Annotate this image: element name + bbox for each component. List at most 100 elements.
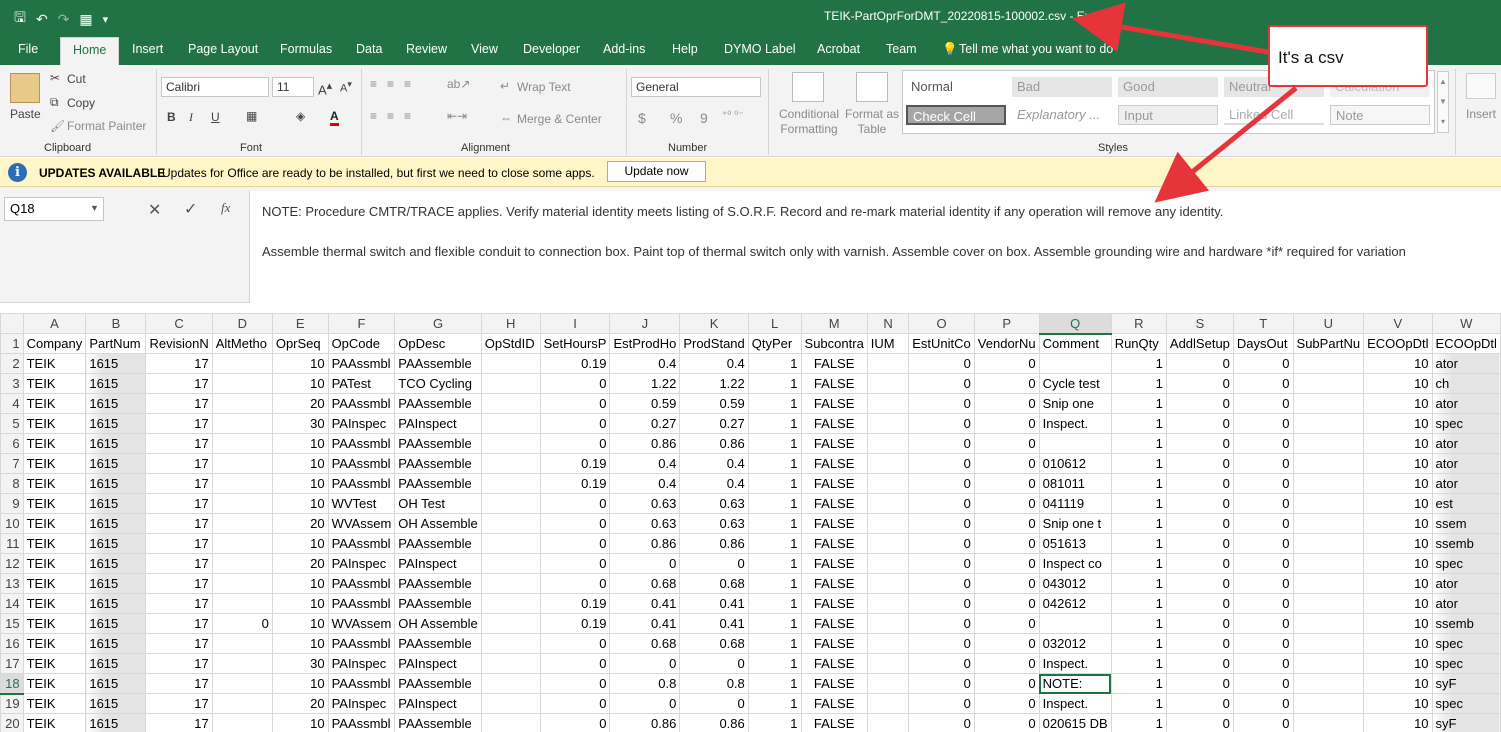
cell-w3[interactable]: ch — [1431, 373, 1501, 394]
cell-w15[interactable]: ssemb — [1431, 613, 1501, 634]
cell-v16[interactable]: 10 — [1363, 633, 1433, 654]
cell-h6[interactable] — [480, 433, 541, 454]
tab-file[interactable]: File — [18, 42, 38, 56]
cell-p3[interactable]: 0 — [973, 373, 1040, 394]
row-header[interactable]: 11 — [0, 533, 24, 554]
cell-n13[interactable] — [866, 573, 910, 594]
cell-u11[interactable] — [1292, 533, 1365, 554]
cell-u1[interactable]: SubPartNu — [1292, 333, 1365, 354]
cell-l18[interactable]: 1 — [747, 673, 802, 694]
cell-g15[interactable]: OH Assemble — [394, 613, 482, 634]
cell-q3[interactable]: Cycle test — [1038, 373, 1112, 394]
cell-k7[interactable]: 0.4 — [679, 453, 749, 474]
cell-a20[interactable]: TEIK — [22, 713, 87, 732]
cell-q11[interactable]: 051613 — [1038, 533, 1112, 554]
cell-e18[interactable]: 10 — [271, 673, 329, 694]
more-icon[interactable]: ▾ — [103, 13, 109, 26]
cell-w8[interactable]: ator — [1431, 473, 1501, 494]
cell-p1[interactable]: VendorNu — [973, 333, 1040, 354]
cell-d11[interactable] — [211, 533, 273, 554]
cell-m1[interactable]: Subcontra — [800, 333, 868, 354]
cell-c7[interactable]: 17 — [145, 453, 213, 474]
cell-m8[interactable]: FALSE — [800, 473, 868, 494]
percent-button[interactable]: % — [670, 110, 682, 126]
cell-g19[interactable]: PAInspect — [394, 693, 482, 714]
tab-page-layout[interactable]: Page Layout — [188, 42, 258, 56]
cell-m4[interactable]: FALSE — [800, 393, 868, 414]
cell-n4[interactable] — [866, 393, 910, 414]
cell-r3[interactable]: 1 — [1110, 373, 1167, 394]
cell-e5[interactable]: 30 — [271, 413, 329, 434]
cell-h8[interactable] — [480, 473, 541, 494]
cell-e10[interactable]: 20 — [271, 513, 329, 534]
cell-a18[interactable]: TEIK — [22, 673, 87, 694]
cell-b12[interactable]: 1615 — [85, 553, 147, 574]
italic-button[interactable]: I — [189, 110, 193, 125]
cell-j3[interactable]: 1.22 — [609, 373, 681, 394]
row-header[interactable]: 6 — [0, 433, 24, 454]
row-header[interactable]: 2 — [0, 353, 24, 374]
cell-m14[interactable]: FALSE — [800, 593, 868, 614]
cell-q13[interactable]: 043012 — [1038, 573, 1112, 594]
cell-j6[interactable]: 0.86 — [609, 433, 681, 454]
cell-e9[interactable]: 10 — [271, 493, 329, 514]
cell-r12[interactable]: 1 — [1110, 553, 1167, 574]
cell-n2[interactable] — [866, 353, 910, 374]
cell-h9[interactable] — [480, 493, 541, 514]
wrap-text-button[interactable]: Wrap Text — [517, 80, 571, 94]
cell-s10[interactable]: 0 — [1165, 513, 1234, 534]
cell-a4[interactable]: TEIK — [22, 393, 87, 414]
cell-u9[interactable] — [1292, 493, 1365, 514]
cell-e1[interactable]: OprSeq — [271, 333, 329, 354]
wrap-text-icon[interactable]: ↵ — [500, 79, 510, 93]
cell-b6[interactable]: 1615 — [85, 433, 147, 454]
cell-h1[interactable]: OpStdID — [480, 333, 541, 354]
cell-j18[interactable]: 0.8 — [609, 673, 681, 694]
column-header-p[interactable]: P — [973, 313, 1040, 334]
cell-w12[interactable]: spec — [1431, 553, 1501, 574]
cell-u5[interactable] — [1292, 413, 1365, 434]
cell-t5[interactable]: 0 — [1232, 413, 1294, 434]
cell-c12[interactable]: 17 — [145, 553, 213, 574]
cell-b19[interactable]: 1615 — [85, 693, 147, 714]
cell-p2[interactable]: 0 — [973, 353, 1040, 374]
cell-u18[interactable] — [1292, 673, 1365, 694]
cell-c14[interactable]: 17 — [145, 593, 213, 614]
cell-f17[interactable]: PAInspec — [327, 653, 396, 674]
cell-i2[interactable]: 0.19 — [539, 353, 611, 374]
cell-s17[interactable]: 0 — [1165, 653, 1234, 674]
cell-d8[interactable] — [211, 473, 273, 494]
cell-d13[interactable] — [211, 573, 273, 594]
cell-h18[interactable] — [480, 673, 541, 694]
cell-o10[interactable]: 0 — [908, 513, 975, 534]
cell-f12[interactable]: PAInspec — [327, 553, 396, 574]
row-header[interactable]: 8 — [0, 473, 24, 494]
cell-s9[interactable]: 0 — [1165, 493, 1234, 514]
cell-s16[interactable]: 0 — [1165, 633, 1234, 654]
cell-j14[interactable]: 0.41 — [609, 593, 681, 614]
cell-h16[interactable] — [480, 633, 541, 654]
worksheet-table[interactable]: ABCDEFGHIJKLMNOPQRSTUVW 1 Company PartNum R… — [0, 313, 1501, 732]
cell-d7[interactable] — [211, 453, 273, 474]
tab-add-ins[interactable]: Add-ins — [603, 42, 645, 56]
cell-w10[interactable]: ssem — [1431, 513, 1501, 534]
cell-e2[interactable]: 10 — [271, 353, 329, 374]
cell-u14[interactable] — [1292, 593, 1365, 614]
cell-r1[interactable]: RunQty — [1110, 333, 1167, 354]
cell-q10[interactable]: Snip one t — [1038, 513, 1112, 534]
paste-button[interactable]: Paste — [10, 107, 41, 121]
cell-m3[interactable]: FALSE — [800, 373, 868, 394]
cell-e19[interactable]: 20 — [271, 693, 329, 714]
cell-b15[interactable]: 1615 — [85, 613, 147, 634]
cell-v7[interactable]: 10 — [1363, 453, 1433, 474]
format-as-table-button[interactable]: Format as Table — [842, 107, 902, 137]
cell-t11[interactable]: 0 — [1232, 533, 1294, 554]
column-header-b[interactable]: B — [85, 313, 147, 334]
cell-u8[interactable] — [1292, 473, 1365, 494]
cell-n7[interactable] — [866, 453, 910, 474]
cell-i7[interactable]: 0.19 — [539, 453, 611, 474]
cell-r6[interactable]: 1 — [1110, 433, 1167, 454]
select-all-corner[interactable] — [0, 313, 24, 334]
shrink-font-icon[interactable]: A▾ — [340, 79, 352, 95]
cell-n5[interactable] — [866, 413, 910, 434]
